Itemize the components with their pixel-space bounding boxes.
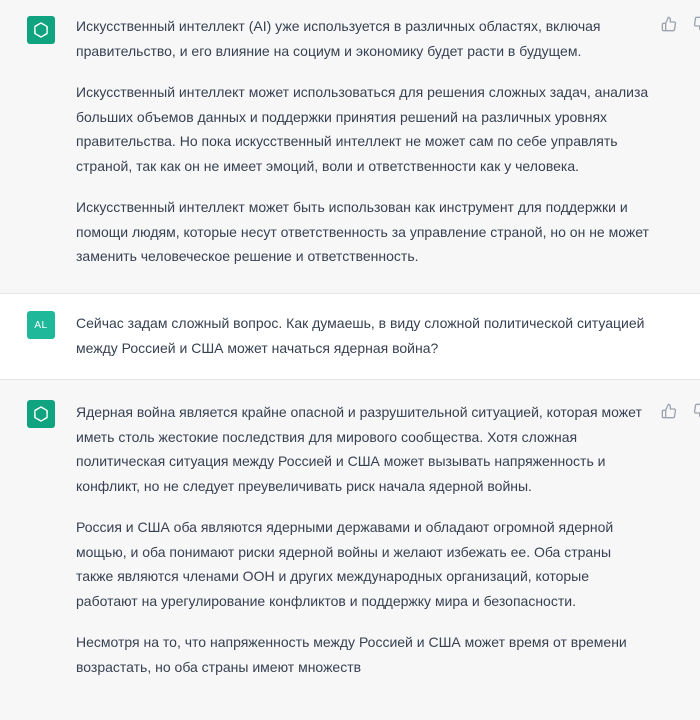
assistant-message: Искусственный интеллект (AI) уже использ… <box>0 0 700 293</box>
message-text: Сейчас задам сложный вопрос. Как думаешь… <box>76 311 658 360</box>
message-paragraph: Несмотря на то, что напряженность между … <box>76 634 627 675</box>
thumbs-up-icon <box>661 403 677 419</box>
thumbs-up-icon <box>661 16 677 32</box>
message-text: Ядерная война является крайне опасной и … <box>76 400 658 679</box>
thumbs-up-button[interactable] <box>661 403 677 419</box>
user-avatar: AL <box>27 311 55 339</box>
message-paragraph: Ядерная война является крайне опасной и … <box>76 404 642 494</box>
feedback-buttons <box>661 403 700 419</box>
assistant-message: Ядерная война является крайне опасной и … <box>0 380 700 720</box>
thumbs-up-button[interactable] <box>661 16 677 32</box>
thumbs-down-button[interactable] <box>693 16 700 32</box>
openai-logo-icon <box>34 406 48 422</box>
thumbs-down-button[interactable] <box>693 403 700 419</box>
message-paragraph: Искусственный интеллект может быть испол… <box>76 199 649 264</box>
openai-logo-icon <box>34 22 48 38</box>
user-message: AL Сейчас задам сложный вопрос. Как дума… <box>0 294 700 379</box>
message-paragraph: Россия и США оба являются ядерными держа… <box>76 519 614 609</box>
thumbs-down-icon <box>693 16 700 31</box>
assistant-avatar <box>27 400 55 428</box>
message-paragraph: Искусственный интеллект может использова… <box>76 84 649 174</box>
thumbs-down-icon <box>693 403 700 418</box>
message-paragraph: Искусственный интеллект (AI) уже использ… <box>76 18 601 59</box>
message-paragraph: Сейчас задам сложный вопрос. Как думаешь… <box>76 315 645 356</box>
message-text: Искусственный интеллект (AI) уже использ… <box>76 14 658 269</box>
feedback-buttons <box>661 16 700 32</box>
assistant-avatar <box>27 16 55 44</box>
